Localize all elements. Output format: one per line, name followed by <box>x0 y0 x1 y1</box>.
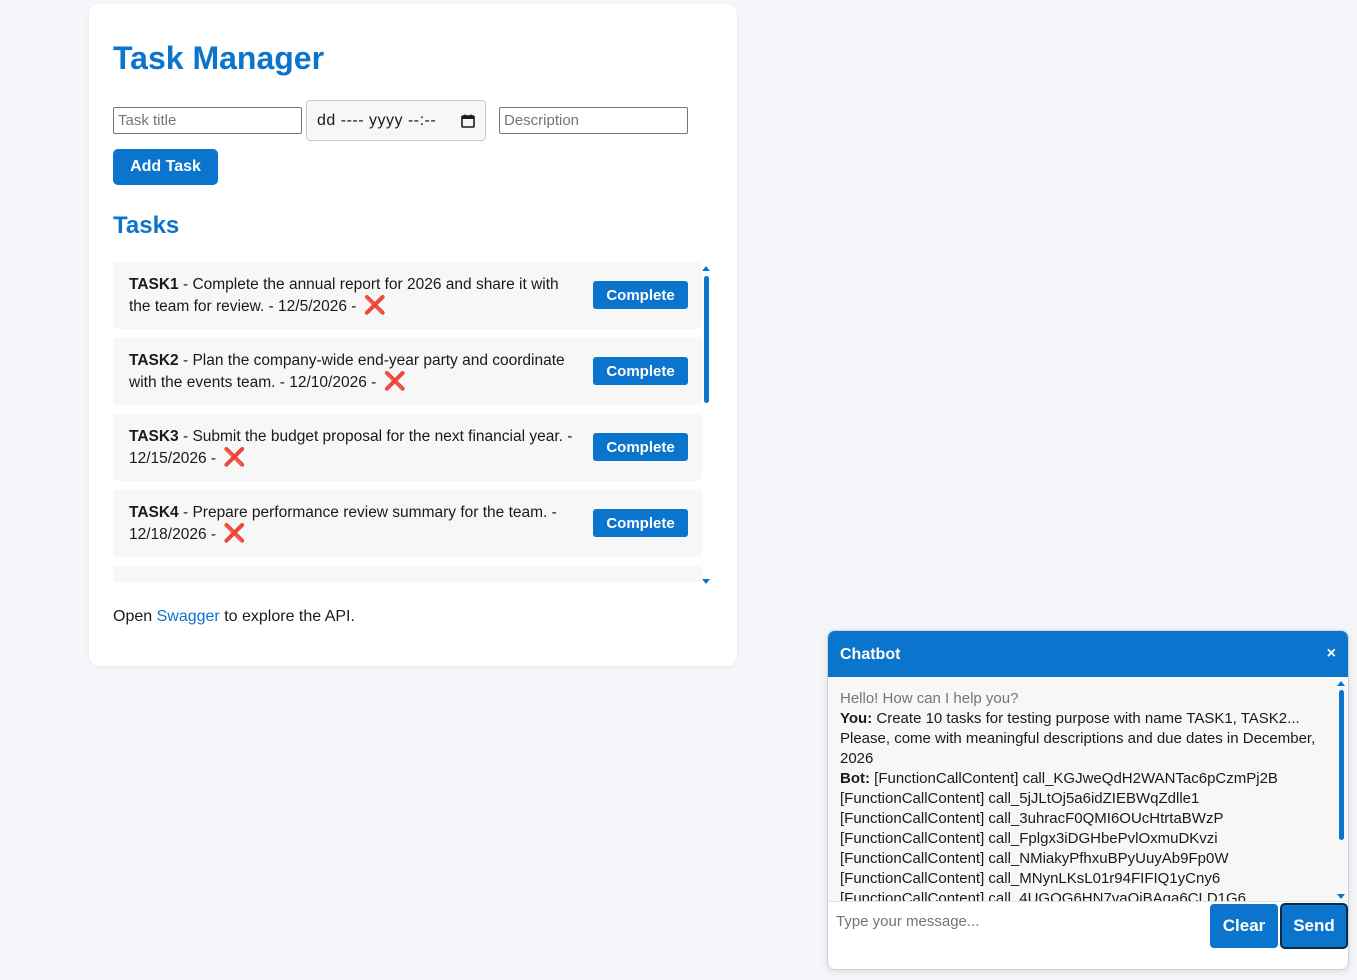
bot-message: Bot: [FunctionCallContent] call_KGJweQdH… <box>840 769 1324 901</box>
swagger-link[interactable]: Swagger <box>157 608 220 625</box>
due-date-input[interactable]: dd ---- yyyy --:-- <box>306 100 486 141</box>
calendar-icon[interactable] <box>461 114 475 128</box>
bot-line: [FunctionCallContent] call_Fplgx3iDGHbeP… <box>840 830 1218 847</box>
bot-line: [FunctionCallContent] call_NMiakyPfhxuBP… <box>840 850 1229 867</box>
chat-message-input[interactable] <box>828 902 1208 940</box>
task-item: TASK1 - Complete the annual report for 2… <box>113 262 702 329</box>
task-name: TASK2 <box>129 352 179 369</box>
task-text: TASK3 - Submit the budget proposal for t… <box>129 426 589 469</box>
chatbot-header: Chatbot × <box>828 631 1348 677</box>
task-manager-card: Task Manager dd ---- yyyy --:-- Add Task… <box>89 4 737 666</box>
due-date-value: dd ---- yyyy --:-- <box>317 111 437 129</box>
bot-line: [FunctionCallContent] call_3uhracF0QMI6O… <box>840 810 1224 827</box>
footer-prefix: Open <box>113 608 157 625</box>
task-description-line2: with the events team. - 12/10/2026 - <box>129 374 381 391</box>
clear-button[interactable]: Clear <box>1210 904 1278 948</box>
task-text: TASK1 - Complete the annual report for 2… <box>129 274 589 317</box>
task-description-line2: 12/15/2026 - <box>129 450 221 467</box>
task-item: TASK4 - Prepare performance review summa… <box>113 490 702 557</box>
task-title-input[interactable] <box>113 107 302 134</box>
bot-line: [FunctionCallContent] call_4UGOG6HN7vaQi… <box>840 890 1247 901</box>
add-task-button[interactable]: Add Task <box>113 149 218 185</box>
tasks-heading: Tasks <box>113 212 180 239</box>
chatbot-title: Chatbot <box>840 646 901 663</box>
task-name: TASK3 <box>129 428 179 445</box>
task-description-line1: - Plan the company-wide end-year party a… <box>178 352 565 369</box>
complete-button[interactable]: Complete <box>593 433 688 461</box>
task-description-line1: - Submit the budget proposal for the nex… <box>178 428 573 445</box>
task-description-line1: - Prepare performance review summary for… <box>178 504 557 521</box>
chat-scrollbar[interactable] <box>1337 681 1345 899</box>
user-label: You: <box>840 710 873 727</box>
chat-messages: Hello! How can I help you? You: Create 1… <box>840 689 1324 901</box>
task-list[interactable]: TASK1 - Complete the annual report for 2… <box>113 262 713 582</box>
scrollbar-thumb[interactable] <box>1339 690 1344 840</box>
bot-line: [FunctionCallContent] call_KGJweQdH2WANT… <box>870 770 1278 787</box>
scroll-up-arrow-icon[interactable] <box>702 266 710 271</box>
delete-x-icon[interactable]: ❌ <box>364 295 386 315</box>
user-message-text: Create 10 tasks for testing purpose with… <box>840 710 1316 767</box>
task-text: TASK4 - Prepare performance review summa… <box>129 502 589 545</box>
task-list-scrollbar[interactable] <box>702 266 710 584</box>
task-item <box>113 566 702 582</box>
bot-line: [FunctionCallContent] call_5jJLtOj5a6idZ… <box>840 790 1200 807</box>
task-name: TASK4 <box>129 504 179 521</box>
complete-button[interactable]: Complete <box>593 509 688 537</box>
scrollbar-thumb[interactable] <box>704 276 709 403</box>
task-item: TASK2 - Plan the company-wide end-year p… <box>113 338 702 405</box>
footer-text: Open Swagger to explore the API. <box>113 608 355 626</box>
bot-label: Bot: <box>840 770 870 787</box>
task-name: TASK1 <box>129 276 179 293</box>
complete-button[interactable]: Complete <box>593 357 688 385</box>
scroll-down-arrow-icon[interactable] <box>1337 894 1345 899</box>
bot-greeting: Hello! How can I help you? <box>840 690 1019 707</box>
complete-button[interactable]: Complete <box>593 281 688 309</box>
chat-input-row: Clear Send <box>828 901 1348 950</box>
delete-x-icon[interactable]: ❌ <box>223 523 245 543</box>
page-title: Task Manager <box>113 40 325 76</box>
delete-x-icon[interactable]: ❌ <box>384 371 406 391</box>
bot-line: [FunctionCallContent] call_MNynLKsL01r94… <box>840 870 1221 887</box>
close-icon[interactable]: × <box>1327 645 1336 663</box>
task-text: TASK2 - Plan the company-wide end-year p… <box>129 350 589 393</box>
task-description-line2: 12/18/2026 - <box>129 526 221 543</box>
send-button[interactable]: Send <box>1280 903 1348 949</box>
task-description-line2: the team for review. - 12/5/2026 - <box>129 298 361 315</box>
chatbot-panel: Chatbot × Hello! How can I help you? You… <box>827 630 1349 970</box>
task-description-line1: - Complete the annual report for 2026 an… <box>178 276 559 293</box>
description-input[interactable] <box>499 107 688 134</box>
delete-x-icon[interactable]: ❌ <box>223 447 245 467</box>
footer-suffix: to explore the API. <box>219 608 355 625</box>
task-item: TASK3 - Submit the budget proposal for t… <box>113 414 702 481</box>
chat-messages-area[interactable]: Hello! How can I help you? You: Create 1… <box>828 677 1348 901</box>
scroll-up-arrow-icon[interactable] <box>1337 681 1345 686</box>
user-message: You: Create 10 tasks for testing purpose… <box>840 709 1324 769</box>
scroll-down-arrow-icon[interactable] <box>702 579 710 584</box>
